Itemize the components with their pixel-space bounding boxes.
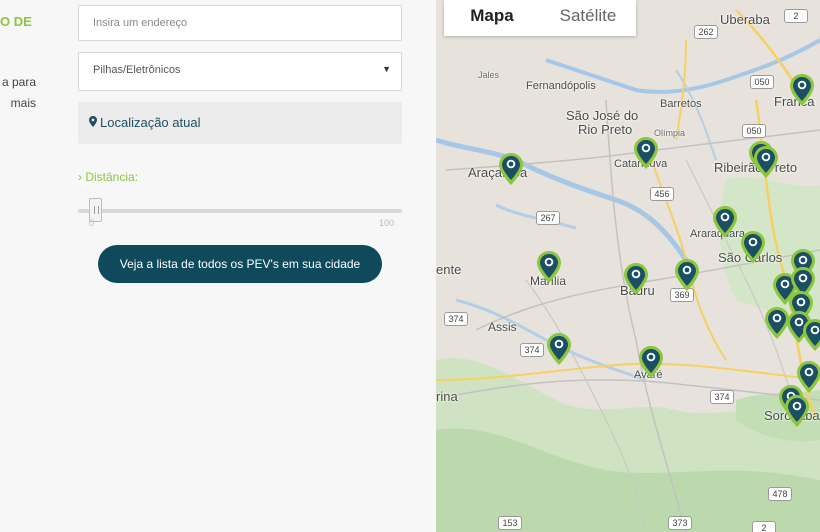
road-shield: 153 — [498, 516, 522, 530]
pev-marker[interactable] — [546, 332, 572, 366]
pev-marker[interactable] — [753, 145, 779, 179]
city-label: São José do — [566, 108, 639, 123]
slider-min-label: 0 — [89, 218, 95, 228]
distance-label-text: Distância: — [85, 170, 139, 184]
road-shield: 374 — [444, 312, 468, 326]
location-pin-icon — [89, 116, 97, 127]
city-label: Barretos — [660, 98, 702, 110]
distance-slider-track[interactable] — [78, 209, 402, 213]
road-shield: 374 — [520, 343, 544, 357]
city-label: ente — [436, 262, 462, 277]
page: O DE a para mais Pilhas/Eletrônicos ▼ Lo… — [0, 0, 820, 532]
city-label: Assis — [488, 320, 517, 334]
chevron-right-icon: › — [78, 170, 82, 184]
distance-label: › Distância: — [78, 170, 138, 184]
map-view[interactable]: Uberaba Jales Fernandópolis São José do … — [436, 0, 820, 532]
city-label: Jales — [478, 70, 500, 80]
road-shield: 2 — [784, 9, 808, 23]
slider-max-label: 100 — [379, 218, 395, 228]
city-label: Fernandópolis — [526, 80, 596, 92]
road-shield: 373 — [668, 516, 692, 530]
city-label: rina — [436, 389, 458, 404]
pev-marker[interactable] — [498, 152, 524, 186]
pev-marker[interactable] — [784, 394, 810, 428]
road-shield: 478 — [768, 487, 792, 501]
description-line: a para — [1, 75, 36, 89]
road-shield: 050 — [742, 124, 766, 138]
tab-satellite[interactable]: Satélite — [540, 0, 636, 36]
road-shield: 262 — [694, 25, 718, 39]
road-shield: 267 — [536, 211, 560, 225]
city-label: Rio Preto — [578, 122, 633, 137]
current-location-button[interactable]: Localização atual — [78, 102, 402, 144]
city-label: Uberaba — [720, 12, 770, 27]
pev-marker[interactable] — [802, 318, 820, 352]
road-shield: 456 — [650, 187, 674, 201]
description-line: mais — [10, 96, 36, 110]
road-shield: 374 — [710, 390, 734, 404]
search-panel: O DE a para mais Pilhas/Eletrônicos ▼ Lo… — [0, 0, 436, 532]
current-location-label: Localização atual — [100, 115, 201, 130]
road-shield: 050 — [750, 75, 774, 89]
tab-map[interactable]: Mapa — [444, 0, 540, 36]
map-type-toggle: Mapa Satélite — [444, 0, 636, 36]
address-field[interactable] — [78, 5, 402, 41]
road-shield: 2 — [752, 521, 776, 532]
pev-marker[interactable] — [674, 258, 700, 292]
category-selected-value: Pilhas/Eletrônicos — [93, 64, 181, 76]
pev-marker[interactable] — [623, 262, 649, 296]
category-select[interactable]: Pilhas/Eletrônicos ▼ — [78, 52, 402, 91]
pev-marker[interactable] — [712, 205, 738, 239]
address-input[interactable] — [79, 6, 401, 40]
panel-description: a para mais — [0, 72, 36, 114]
panel-title: O DE — [0, 14, 32, 29]
pev-marker[interactable] — [740, 230, 766, 264]
view-list-button[interactable]: Veja a lista de todos os PEV's em sua ci… — [98, 245, 382, 283]
pev-marker[interactable] — [638, 345, 664, 379]
pev-marker[interactable] — [536, 250, 562, 284]
caret-down-icon: ▼ — [382, 64, 391, 74]
pev-marker[interactable] — [789, 73, 815, 107]
pev-marker[interactable] — [633, 136, 659, 170]
